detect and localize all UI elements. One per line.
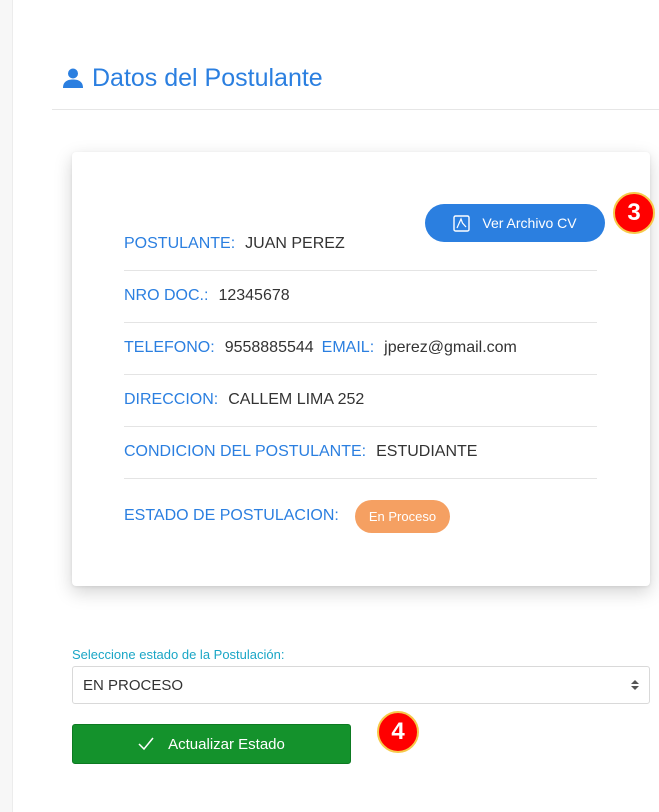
page-title: Datos del Postulante (62, 58, 323, 98)
row-condicion: CONDICION DEL POSTULANTE: ESTUDIANTE (124, 426, 597, 479)
check-icon (138, 737, 154, 751)
direccion-label: DIRECCION: (124, 391, 219, 408)
nro-doc-value: 12345678 (218, 287, 290, 304)
condicion-value: ESTUDIANTE (376, 443, 478, 460)
postulante-value: JUAN PEREZ (245, 235, 345, 252)
row-nro-doc: NRO DOC.: 12345678 (124, 270, 597, 323)
row-postulante: POSTULANTE: JUAN PEREZ (124, 218, 597, 271)
page-title-text: Datos del Postulante (92, 63, 323, 92)
user-icon (62, 67, 84, 89)
status-select-label: Seleccione estado de la Postulación: (72, 647, 285, 662)
annotation-marker-3: 3 (613, 192, 655, 234)
direccion-value: CALLEM LIMA 252 (228, 391, 365, 408)
nro-doc-label: NRO DOC.: (124, 287, 209, 304)
row-estado: ESTADO DE POSTULACION: En Proceso (124, 490, 597, 542)
update-status-label: Actualizar Estado (168, 735, 285, 753)
left-rail (0, 0, 13, 812)
row-direccion: DIRECCION: CALLEM LIMA 252 (124, 374, 597, 427)
update-status-button[interactable]: Actualizar Estado (72, 724, 351, 764)
email-label: EMAIL: (321, 339, 375, 356)
applicant-card: Ver Archivo CV POSTULANTE: JUAN PEREZ NR… (72, 152, 650, 586)
row-contacto: TELEFONO: 9558885544 EMAIL: jperez@gmail… (124, 322, 597, 375)
telefono-value: 9558885544 (224, 339, 314, 356)
condicion-label: CONDICION DEL POSTULANTE: (124, 443, 367, 460)
select-arrows-icon (631, 679, 639, 691)
email-value: jperez@gmail.com (384, 339, 517, 356)
status-badge: En Proceso (354, 499, 451, 533)
status-select-value: EN PROCESO (83, 676, 184, 694)
annotation-marker-4: 4 (377, 711, 419, 753)
telefono-label: TELEFONO: (124, 339, 215, 356)
title-divider (52, 109, 659, 110)
estado-label: ESTADO DE POSTULACION: (124, 507, 339, 524)
status-select[interactable]: EN PROCESO (72, 666, 650, 704)
postulante-label: POSTULANTE: (124, 235, 236, 252)
